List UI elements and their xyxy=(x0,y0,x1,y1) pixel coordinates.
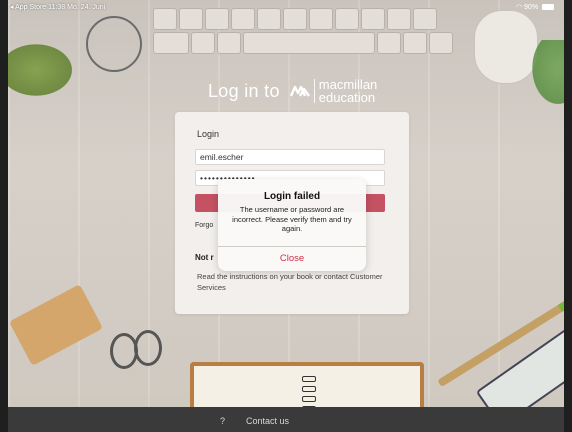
close-button[interactable]: Close xyxy=(218,247,366,271)
contact-us-link[interactable]: Contact us xyxy=(246,416,289,426)
footer-bar: ? Contact us xyxy=(8,407,564,432)
login-failed-alert: Login failed The username or password ar… xyxy=(218,179,366,271)
alert-title: Login failed xyxy=(263,191,321,202)
help-link[interactable]: ? xyxy=(220,416,225,426)
alert-overlay: Login failed The username or password ar… xyxy=(0,0,572,432)
alert-message: The username or password are incorrect. … xyxy=(232,205,352,233)
